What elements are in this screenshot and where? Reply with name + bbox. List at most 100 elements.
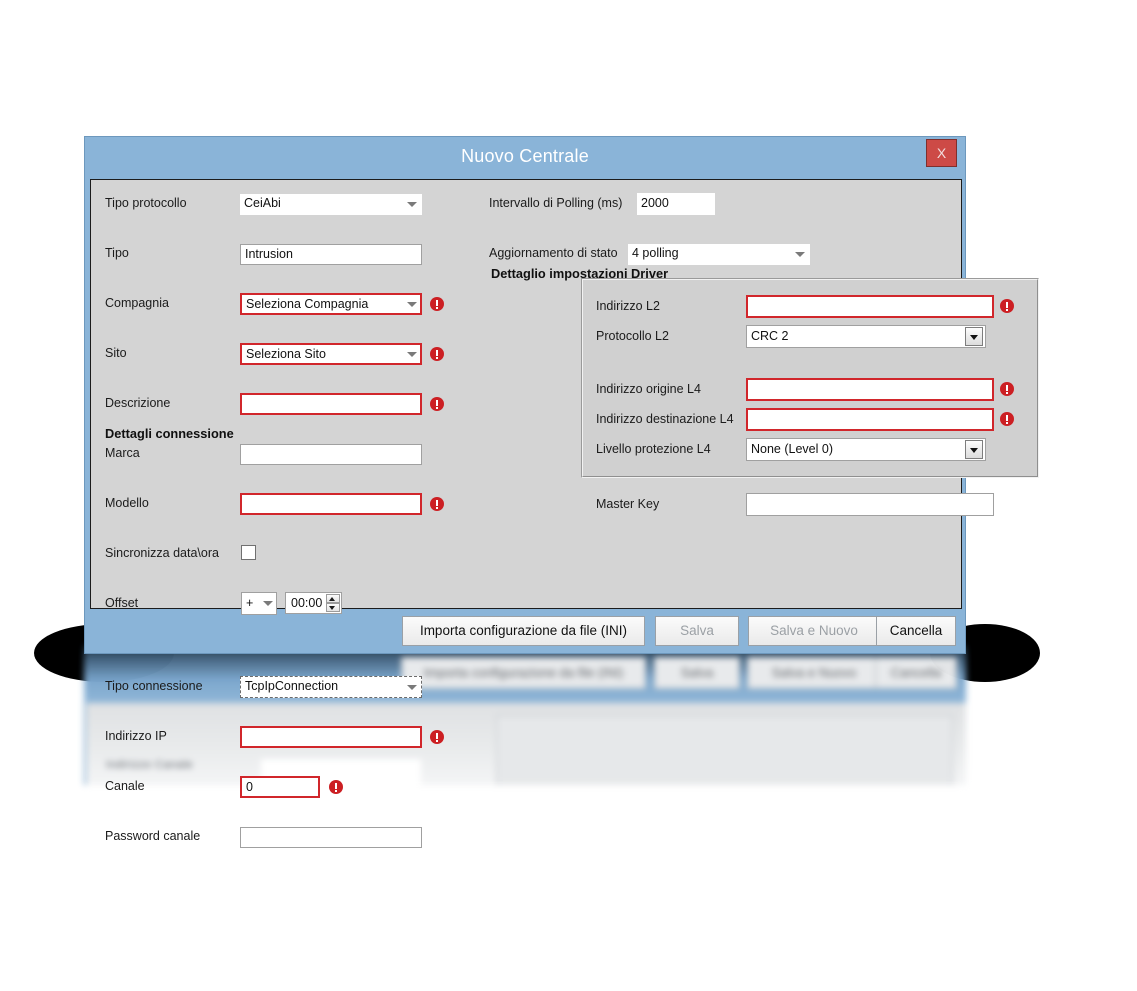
textbox-password-canale[interactable] [240, 827, 422, 848]
textbox-indirizzo-destinazione-l4[interactable] [746, 408, 994, 431]
error-icon [1000, 382, 1014, 396]
chevron-down-icon[interactable] [263, 601, 273, 606]
error-icon [430, 497, 444, 511]
combo-compagnia[interactable]: Seleziona Compagnia [240, 293, 422, 315]
chevron-down-icon[interactable] [965, 327, 983, 346]
textbox-descrizione[interactable] [240, 393, 422, 415]
spinner-up-icon[interactable] [326, 594, 340, 603]
form-row-intervallo-polling: Intervallo di Polling (ms) 2000 [489, 192, 949, 217]
label-tipo: Tipo [105, 246, 129, 260]
checkbox-sincronizza-data-ora[interactable] [241, 545, 256, 560]
blurred-save-button: Salva [654, 657, 740, 689]
form-row-indirizzo-l2: Indirizzo L2 [582, 295, 1038, 319]
label-modello: Modello [105, 496, 149, 510]
label-livello-protezione-l4: Livello protezione L4 [596, 442, 711, 456]
blurred-cancel-button: Cancella [875, 657, 957, 689]
dialog-title-bar: Nuovo Centrale X [85, 137, 965, 179]
error-icon [1000, 299, 1014, 313]
form-row-password-canale: Password canale [105, 825, 460, 850]
form-row-descrizione: Descrizione [105, 392, 460, 417]
label-descrizione: Descrizione [105, 396, 171, 410]
label-master-key: Master Key [596, 497, 660, 511]
dialog-title: Nuovo Centrale [461, 146, 589, 166]
textbox-indirizzo-l2[interactable] [746, 295, 994, 318]
save-and-new-button[interactable]: Salva e Nuovo [748, 616, 880, 646]
section-title-connessione: Dettagli connessione [105, 426, 234, 441]
textbox-indirizzo-origine-l4[interactable] [746, 378, 994, 401]
dialog-content: Tipo protocollo CeiAbi Tipo Intrusion Co… [90, 179, 1039, 848]
label-protocollo-l2: Protocollo L2 [596, 329, 669, 343]
error-icon [1000, 412, 1014, 426]
form-row-marca: Marca [105, 442, 460, 467]
combo-livello-protezione-l4[interactable]: None (Level 0) [746, 438, 986, 461]
label-indirizzo-l2: Indirizzo L2 [596, 299, 660, 313]
textbox-tipo[interactable]: Intrusion [240, 244, 422, 265]
form-row-modello: Modello [105, 492, 460, 517]
driver-settings-groupbox: Indirizzo L2 Protocollo L2 CRC 2 Indiriz… [581, 278, 1039, 516]
label-intervallo-polling: Intervallo di Polling (ms) [489, 196, 623, 210]
right-form-column: Intervallo di Polling (ms) 2000 Aggiorna… [489, 192, 1039, 516]
form-row-tipo-protocollo: Tipo protocollo CeiAbi [105, 192, 460, 217]
form-row-canale: Canale 0 [105, 775, 460, 800]
dialog-footer: Importa configurazione da file (INI) Sal… [85, 609, 965, 653]
cancel-button[interactable]: Cancella [876, 616, 956, 646]
label-sincronizza-data-ora: Sincronizza data\ora [105, 546, 219, 560]
form-row-sito: Sito Seleziona Sito [105, 342, 460, 367]
chevron-down-icon[interactable] [965, 440, 983, 459]
form-row-protocollo-l2: Protocollo L2 CRC 2 [582, 325, 1038, 349]
form-row-indirizzo-origine-l4: Indirizzo origine L4 [582, 378, 1038, 402]
combo-tipo-protocollo[interactable]: CeiAbi [240, 194, 422, 215]
textbox-intervallo-polling[interactable]: 2000 [637, 193, 715, 215]
new-control-unit-dialog: Nuovo Centrale X Tipo protocollo CeiAbi … [84, 136, 1039, 848]
label-indirizzo-ip: Indirizzo IP [105, 729, 167, 743]
form-row-livello-protezione-l4: Livello protezione L4 None (Level 0) [582, 438, 1038, 462]
close-icon[interactable]: X [926, 139, 957, 167]
label-marca: Marca [105, 446, 140, 460]
textbox-indirizzo-ip[interactable] [240, 726, 422, 748]
error-icon [430, 397, 444, 411]
label-compagnia: Compagnia [105, 296, 169, 310]
form-row-indirizzo-ip: Indirizzo IP [105, 725, 460, 750]
label-password-canale: Password canale [105, 829, 201, 843]
import-config-button[interactable]: Importa configurazione da file (INI) [402, 616, 645, 646]
blurred-window-copy: Importa configurazione da file (INI) Sal… [84, 645, 966, 785]
label-canale: Canale [105, 779, 145, 793]
textbox-modello[interactable] [240, 493, 422, 515]
combo-aggiornamento-stato[interactable]: 4 polling [628, 244, 810, 265]
chevron-down-icon[interactable] [407, 352, 417, 357]
error-icon [329, 780, 343, 794]
left-form-column: Tipo protocollo CeiAbi Tipo Intrusion Co… [105, 192, 460, 848]
form-row-aggiornamento-stato: Aggiornamento di stato 4 polling [489, 242, 949, 267]
textbox-canale[interactable]: 0 [240, 776, 320, 798]
label-indirizzo-origine-l4: Indirizzo origine L4 [596, 382, 701, 396]
combo-tipo-connessione[interactable]: TcpIpConnection [240, 676, 422, 698]
chevron-down-icon[interactable] [795, 252, 805, 257]
combo-sito[interactable]: Seleziona Sito [240, 343, 422, 365]
label-sito: Sito [105, 346, 127, 360]
form-row-sincronizza: Sincronizza data\ora [105, 542, 460, 567]
label-aggiornamento-stato: Aggiornamento di stato [489, 246, 618, 260]
textbox-marca[interactable] [240, 444, 422, 465]
blurred-savenew-button: Salva e Nuovo [747, 657, 881, 689]
error-icon [430, 297, 444, 311]
error-icon [430, 347, 444, 361]
combo-protocollo-l2[interactable]: CRC 2 [746, 325, 986, 348]
chevron-down-icon[interactable] [407, 302, 417, 307]
form-row-indirizzo-destinazione-l4: Indirizzo destinazione L4 [582, 408, 1038, 432]
label-offset: Offset [105, 596, 139, 610]
blurred-body-text: Indirizzo Canale [106, 759, 193, 771]
textbox-master-key[interactable] [746, 493, 994, 516]
chevron-down-icon[interactable] [407, 202, 417, 207]
spinner-offset-value: 00:00 [291, 596, 323, 610]
blurred-inner-panel [496, 715, 953, 785]
form-row-tipo: Tipo Intrusion [105, 242, 460, 267]
save-button[interactable]: Salva [655, 616, 739, 646]
form-row-compagnia: Compagnia Seleziona Compagnia [105, 292, 460, 317]
chevron-down-icon[interactable] [407, 685, 417, 690]
label-tipo-connessione: Tipo connessione [105, 679, 203, 693]
label-tipo-protocollo: Tipo protocollo [105, 196, 187, 210]
label-indirizzo-destinazione-l4: Indirizzo destinazione L4 [596, 412, 734, 426]
error-icon [430, 730, 444, 744]
form-row-master-key: Master Key [582, 493, 1038, 517]
form-row-tipo-connessione: Tipo connessione TcpIpConnection [105, 675, 460, 700]
